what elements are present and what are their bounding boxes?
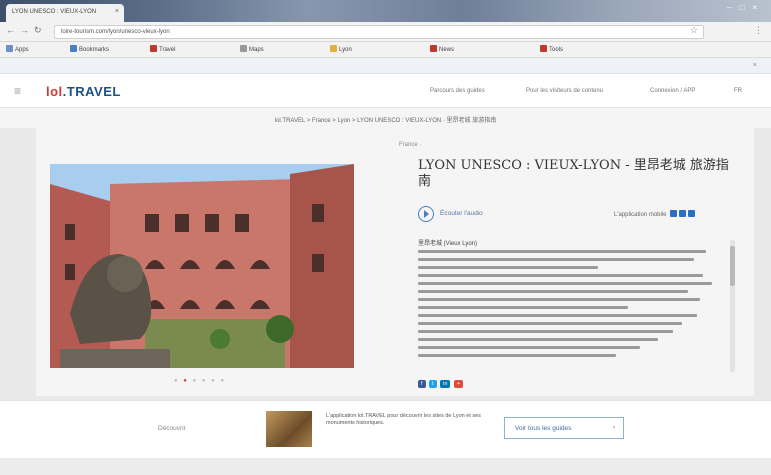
- bookmark-item[interactable]: Travel: [150, 45, 175, 53]
- bookmark-item[interactable]: Lyon: [330, 45, 352, 53]
- text-scrollbar[interactable]: [730, 240, 735, 372]
- kicker-label: France ·: [399, 142, 422, 148]
- hamburger-menu-icon[interactable]: ≡: [14, 84, 21, 98]
- carousel-dots[interactable]: ● ● ● ● ● ●: [174, 378, 226, 384]
- browser-tab[interactable]: LYON UNESCO : VIEUX-LYON ×: [6, 4, 124, 22]
- twitter-icon[interactable]: t: [429, 380, 437, 388]
- promo-kicker: Découvrir: [158, 425, 186, 432]
- bookmark-item[interactable]: Maps: [240, 45, 264, 53]
- browser-tab-title: LYON UNESCO : VIEUX-LYON: [12, 9, 97, 15]
- address-bar: ← → ↻ loire-tourism.com/lyon/unesco-vieu…: [0, 22, 771, 42]
- reload-icon[interactable]: ↻: [34, 25, 42, 36]
- promo-strip: Découvrir L'application lol.TRAVEL pour …: [0, 400, 771, 458]
- android-icon[interactable]: [679, 210, 687, 217]
- bookmarks-bar: Apps Bookmarks Travel Maps Lyon News Too…: [0, 42, 771, 58]
- chevron-right-icon: ›: [612, 424, 615, 431]
- breadcrumb[interactable]: lol.TRAVEL > France > Lyon > LYON UNESCO…: [0, 108, 771, 128]
- page-title: LYON UNESCO : VIEUX-LYON - 里昂老城 旅游指南: [418, 158, 729, 189]
- site-logo[interactable]: lol.TRAVEL: [46, 84, 121, 99]
- back-icon[interactable]: ←: [6, 25, 15, 35]
- window-controls[interactable]: –□×: [727, 3, 765, 12]
- bookmark-item[interactable]: Tools: [540, 45, 563, 53]
- site-header: ≡ lol.TRAVEL Parcours des guides Pour le…: [0, 74, 771, 108]
- audio-label[interactable]: Écouter l'audio: [440, 210, 483, 217]
- bookmark-star-icon[interactable]: ☆: [690, 25, 698, 36]
- vieux-lyon-photo: [50, 164, 354, 368]
- share-buttons[interactable]: f t in +: [418, 380, 465, 388]
- nav-link-guides[interactable]: Parcours des guides: [430, 88, 485, 94]
- audio-player[interactable]: Écouter l'audio: [418, 206, 508, 222]
- play-icon[interactable]: [418, 206, 434, 222]
- guide-card: ● ● ● ● ● ● France · LYON UNESCO : VIEUX…: [36, 128, 754, 396]
- google-plus-icon[interactable]: +: [453, 380, 464, 388]
- nav-link-login[interactable]: Connexion / APP: [650, 88, 695, 94]
- promo-image: [266, 411, 312, 447]
- bookmark-item[interactable]: News: [430, 45, 454, 53]
- linkedin-icon[interactable]: in: [440, 380, 451, 388]
- nav-link-visitors[interactable]: Pour les visiteurs de contenu: [526, 88, 603, 94]
- bookmark-item[interactable]: Bookmarks: [70, 45, 109, 53]
- footer-bar: [0, 458, 771, 475]
- promo-text: L'application lol.TRAVEL pour découvrir …: [326, 413, 481, 426]
- text-heading: 里昂老城 (Vieux Lyon): [418, 241, 478, 247]
- see-all-guides-button[interactable]: Voir tous les guides ›: [504, 417, 624, 439]
- close-icon[interactable]: ×: [753, 62, 757, 69]
- forward-icon[interactable]: →: [20, 25, 29, 35]
- guide-text: 里昂老城 (Vieux Lyon): [418, 238, 718, 374]
- url-input[interactable]: loire-tourism.com/lyon/unesco-vieux-lyon: [54, 25, 704, 39]
- browser-menu-icon[interactable]: ⋮: [754, 25, 763, 36]
- apple-icon[interactable]: [670, 210, 678, 217]
- cookie-banner: ×: [0, 58, 771, 74]
- close-tab-icon[interactable]: ×: [115, 8, 119, 15]
- app-store-links[interactable]: L'application mobile: [614, 210, 696, 218]
- windows-icon[interactable]: [688, 210, 696, 217]
- bookmark-item[interactable]: Apps: [6, 45, 29, 53]
- language-selector[interactable]: FR: [734, 88, 742, 94]
- facebook-icon[interactable]: f: [418, 380, 426, 388]
- browser-tab-strip: LYON UNESCO : VIEUX-LYON × –□×: [0, 0, 771, 22]
